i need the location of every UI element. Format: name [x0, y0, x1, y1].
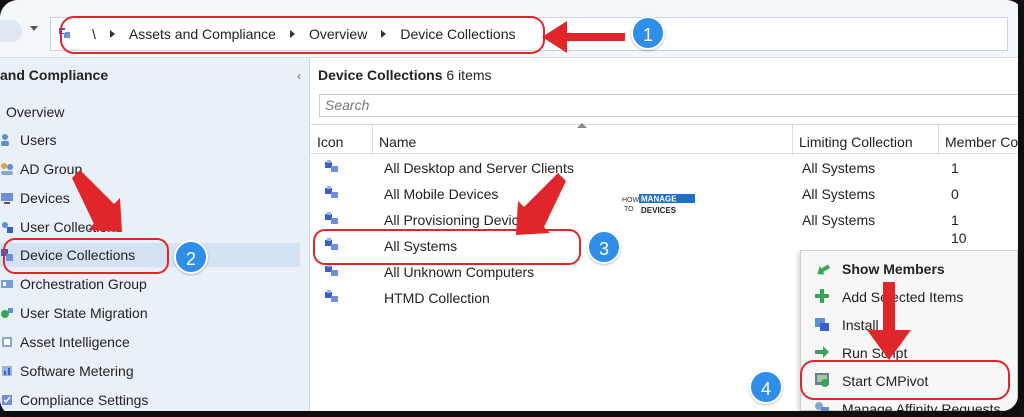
nav-item-label: Orchestration Group	[20, 276, 147, 292]
nav-item-label: Users	[20, 132, 57, 148]
menu-item-label: Add Selected Items	[842, 289, 964, 305]
item-count: 6 items	[446, 67, 492, 83]
nav-item-asset-intelligence[interactable]: Asset Intelligence	[0, 330, 300, 354]
step-badge-1: 1	[631, 16, 665, 50]
sort-ascending-icon	[577, 123, 587, 128]
highlight-all-systems	[313, 229, 581, 265]
user-collections-icon	[2, 222, 13, 233]
step-badge-3: 3	[587, 230, 621, 264]
nav-item-label: User Collections	[20, 219, 122, 235]
menu-item-label: Manage Affinity Requests	[842, 401, 1001, 411]
user-state-migration-icon	[1, 308, 13, 318]
menu-item-show-members[interactable]: Show Members	[801, 253, 1018, 281]
menu-item-add-selected-items[interactable]: Add Selected Items	[801, 281, 1018, 309]
show-members-icon	[817, 264, 831, 275]
devices-icon	[1, 193, 13, 204]
view-title: Device Collections 6 items	[318, 67, 492, 83]
column-header-icon[interactable]: Icon	[311, 125, 373, 155]
search-input[interactable]: Search	[319, 94, 1018, 117]
column-header-limiting-collection[interactable]: Limiting Collection	[793, 125, 939, 155]
history-dropdown-icon[interactable]	[30, 26, 38, 31]
how-to-manage-devices-logo: HOW TO MANAGE DEVICES	[622, 194, 695, 215]
table-row[interactable]: All Desktop and Server Clients All Syste…	[311, 154, 1018, 180]
nav-item-software-metering[interactable]: Software Metering	[0, 359, 300, 383]
nav-item-ad-group[interactable]: AD Group	[0, 157, 300, 181]
member-count: 0	[951, 186, 959, 202]
collection-name: All Provisioning Devices	[384, 212, 534, 228]
screenshot-frame: \ Assets and Compliance Overview Device …	[0, 0, 1024, 417]
collection-icon	[325, 264, 338, 276]
column-header-member-count[interactable]: Member Co	[939, 125, 1018, 155]
logo-devices-text: DEVICES	[641, 206, 677, 215]
menu-item-label: Show Members	[842, 261, 945, 277]
collection-name: All Mobile Devices	[384, 186, 499, 202]
nav-item-overview[interactable]: Overview	[0, 100, 300, 124]
collection-icon	[325, 160, 338, 172]
compliance-settings-icon	[2, 395, 12, 405]
logo-how-text: HOW	[622, 197, 640, 204]
collapse-pane-icon[interactable]: ‹	[297, 69, 301, 83]
highlight-start-cmpivot	[800, 360, 1010, 400]
nav-item-devices[interactable]: Devices	[0, 186, 300, 210]
affinity-icon	[815, 402, 829, 411]
highlight-breadcrumb	[60, 16, 545, 54]
back-button[interactable]	[0, 20, 22, 42]
nav-item-label: Software Metering	[20, 363, 134, 379]
collection-icon	[325, 290, 338, 302]
nav-item-label: User State Migration	[20, 305, 148, 321]
limiting-collection: All Systems	[802, 212, 876, 228]
menu-item-label: Run Script	[842, 345, 908, 361]
member-count: 1	[951, 212, 959, 228]
column-header-name[interactable]: Name	[373, 125, 793, 155]
limiting-collection: All Systems	[802, 186, 876, 202]
view-title-name: Device Collections	[318, 67, 443, 83]
add-items-icon	[815, 289, 829, 303]
navigation-pane: and Compliance ‹ Overview Users AD Group…	[0, 58, 310, 411]
users-icon	[1, 134, 9, 146]
menu-item-label: Install	[842, 317, 879, 333]
ad-group-icon	[1, 163, 13, 175]
install-icon	[815, 318, 829, 331]
collection-name: HTMD Collection	[384, 290, 490, 306]
collection-name: All Desktop and Server Clients	[384, 160, 574, 176]
nav-item-orchestration-group[interactable]: Orchestration Group	[0, 272, 300, 296]
orchestration-group-icon	[1, 280, 13, 288]
limiting-collection: All Systems	[802, 160, 876, 176]
member-count: 1	[951, 160, 959, 176]
collection-name: All Unknown Computers	[384, 264, 535, 280]
console-window: \ Assets and Compliance Overview Device …	[0, 0, 1018, 411]
workspace-heading: and Compliance	[0, 67, 109, 83]
nav-item-user-collections[interactable]: User Collections	[0, 215, 300, 239]
logo-to-text: TO	[624, 206, 634, 213]
collection-icon	[325, 186, 338, 198]
logo-manage-text: MANAGE	[641, 195, 677, 204]
nav-item-compliance-settings[interactable]: Compliance Settings	[0, 388, 300, 411]
step-badge-2: 2	[174, 240, 208, 274]
menu-item-install[interactable]: Install	[801, 309, 1018, 337]
nav-item-label: Asset Intelligence	[20, 334, 130, 350]
highlight-device-collections	[3, 238, 169, 274]
step-badge-4: 4	[749, 370, 783, 404]
nav-item-label: Overview	[6, 104, 65, 120]
nav-item-label: Devices	[20, 190, 70, 206]
nav-item-label: AD Group	[20, 161, 83, 177]
run-script-icon	[815, 346, 829, 358]
nav-item-users[interactable]: Users	[0, 128, 300, 152]
nav-item-label: Compliance Settings	[20, 392, 149, 408]
collection-icon	[325, 212, 338, 224]
member-count: 10	[951, 230, 967, 246]
grid-header: Icon Name Limiting Collection Member Co	[311, 123, 1018, 155]
nav-item-user-state-migration[interactable]: User State Migration	[0, 301, 300, 325]
software-metering-icon	[2, 366, 12, 376]
asset-intelligence-icon	[2, 337, 12, 347]
